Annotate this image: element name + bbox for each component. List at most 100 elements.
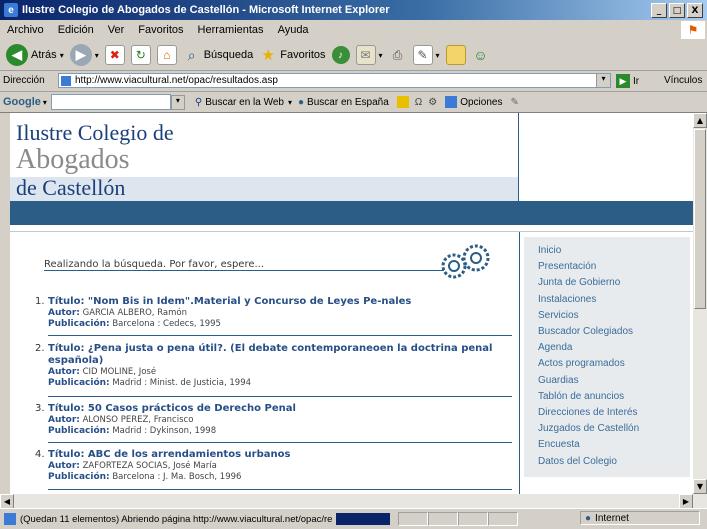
go-arrow-icon: ▶ [616, 74, 630, 88]
close-button[interactable]: X [687, 3, 703, 18]
progress-bar [336, 513, 390, 525]
mail-icon: ✉ [355, 45, 376, 65]
vertical-scrollbar[interactable]: ▲ ▼ [693, 113, 707, 494]
sidebar-item-datos[interactable]: Datos del Colegio [538, 454, 690, 470]
sidebar-item-instalaciones[interactable]: Instalaciones [538, 292, 690, 308]
publication-value: Madrid : Dykinson, 1998 [112, 426, 217, 436]
page-info-icon[interactable] [396, 96, 409, 108]
sidebar-item-junta[interactable]: Junta de Gobierno [538, 275, 690, 291]
messenger-icon: ☺ [473, 47, 488, 63]
result-author: Autor: GARCIA ALBERO, Ramón [48, 308, 508, 319]
edit-button[interactable]: ✎ ▾ [412, 45, 440, 65]
mail-button[interactable]: ✉ ▾ [355, 45, 383, 65]
sidebar-item-direcciones[interactable]: Direcciones de Interés [538, 405, 690, 421]
sidebar-item-encuesta[interactable]: Encuesta [538, 437, 690, 453]
links-label[interactable]: Vínculos [664, 75, 702, 86]
menu-ver[interactable]: Ver [101, 24, 132, 36]
home-button[interactable]: ⌂ [156, 45, 177, 65]
zone-label: Internet [595, 512, 629, 524]
forward-button[interactable]: ▶ ▾ [69, 44, 99, 66]
author-value: ZAFORTEZA SOCIAS, José María [82, 461, 217, 471]
refresh-button[interactable]: ↻ [130, 45, 151, 65]
address-url: http://www.viacultural.net/opac/resultad… [75, 75, 278, 86]
chevron-down-icon[interactable]: ▾ [170, 94, 185, 110]
google-search-input[interactable] [50, 94, 171, 110]
page-loading-icon [4, 513, 16, 525]
menu-favoritos[interactable]: Favoritos [131, 24, 190, 36]
sidebar-item-actos[interactable]: Actos programados [538, 356, 690, 372]
header-logo-area: Ilustre Colegio de Abogados de Castellón [10, 113, 519, 201]
chevron-down-icon: ▾ [94, 50, 99, 60]
go-button[interactable]: ▶ Ir [616, 74, 639, 88]
scrollbar-thumb[interactable] [694, 129, 706, 309]
publication-value: Madrid : Minist. de Justicia, 1994 [112, 378, 252, 388]
chevron-down-icon: ▾ [59, 50, 64, 60]
google-brand[interactable]: Google [3, 96, 41, 108]
result-title-link[interactable]: Título: 50 Casos prácticos de Derecho Pe… [48, 403, 508, 415]
search-spain-button[interactable]: Buscar en España [307, 97, 389, 108]
chevron-down-icon[interactable]: ▾ [596, 74, 610, 87]
sidebar-menu: Inicio Presentación Junta de Gobierno In… [524, 237, 690, 477]
address-input[interactable]: http://www.viacultural.net/opac/resultad… [58, 73, 611, 88]
media-button[interactable]: ♪ [331, 46, 350, 64]
messenger-button[interactable]: ☺ [472, 46, 490, 64]
author-label: Autor: [48, 367, 80, 377]
sidebar-item-agenda[interactable]: Agenda [538, 340, 690, 356]
search-label: Búsqueda [203, 49, 254, 61]
pencil-icon[interactable]: ✎ [510, 97, 518, 108]
chevron-down-icon[interactable]: ▾ [288, 98, 292, 107]
sidebar-item-presentacion[interactable]: Presentación [538, 259, 690, 275]
settings-icon[interactable]: ⚙ [428, 97, 437, 108]
highlight-icon[interactable]: Ω [415, 97, 422, 108]
menu-herramientas[interactable]: Herramientas [191, 24, 271, 36]
menu-archivo[interactable]: Archivo [0, 24, 51, 36]
author-label: Autor: [48, 308, 80, 318]
back-label: Atrás [31, 49, 57, 61]
search-web-button[interactable]: Buscar en la Web [205, 97, 284, 108]
window-left-border [0, 113, 10, 494]
status-bar: (Quedan 11 elementos) Abriendo página ht… [0, 508, 707, 529]
sidebar-item-tablon[interactable]: Tablón de anuncios [538, 389, 690, 405]
page-icon [61, 75, 71, 86]
chevron-down-icon[interactable]: ▾ [43, 98, 47, 107]
print-button[interactable]: ⎙ [389, 46, 407, 64]
scroll-down-icon[interactable]: ▼ [693, 479, 707, 494]
window-title: Ilustre Colegio de Abogados de Castellón… [22, 4, 390, 16]
stop-button[interactable]: ✖ [104, 45, 125, 65]
result-title-link[interactable]: Título: ¿Pena justa o pena útil?. (El de… [48, 343, 508, 367]
menu-ayuda[interactable]: Ayuda [271, 24, 316, 36]
header-blue-band [10, 201, 693, 225]
result-number: 1. [35, 296, 45, 307]
scroll-up-icon[interactable]: ▲ [693, 113, 707, 128]
scroll-right-icon[interactable]: ▶ [679, 494, 693, 509]
folder-button[interactable] [445, 45, 466, 65]
horizontal-scrollbar[interactable]: ◀ ▶ [0, 494, 707, 509]
favorites-button[interactable]: ★ Favoritos [259, 46, 326, 64]
window-title-bar[interactable]: e Ilustre Colegio de Abogados de Castell… [0, 0, 707, 20]
sidebar-item-guardias[interactable]: Guardias [538, 373, 690, 389]
globe-icon: ● [585, 512, 592, 524]
scroll-left-icon[interactable]: ◀ [0, 494, 14, 509]
sidebar-item-inicio[interactable]: Inicio [538, 243, 690, 259]
status-pane [398, 512, 428, 526]
maximize-button[interactable]: □ [669, 3, 685, 18]
author-value: CID MOLINE, José [82, 367, 157, 377]
result-publication: Publicación: Barcelona : J. Ma. Bosch, 1… [48, 472, 508, 483]
result-title-link[interactable]: Título: ABC de los arrendamientos urbano… [48, 449, 508, 461]
publication-value: Barcelona : J. Ma. Bosch, 1996 [112, 472, 242, 482]
minimize-button[interactable]: _ [651, 3, 667, 18]
result-number: 4. [35, 449, 45, 460]
refresh-icon: ↻ [130, 45, 151, 65]
chevron-down-icon: ▾ [435, 50, 440, 60]
options-button[interactable]: Opciones [460, 97, 502, 108]
result-publication: Publicación: Barcelona : Cedecs, 1995 [48, 319, 508, 330]
forward-arrow-icon: ▶ [69, 44, 92, 66]
sidebar-item-servicios[interactable]: Servicios [538, 308, 690, 324]
sidebar-item-buscador[interactable]: Buscador Colegiados [538, 324, 690, 340]
sidebar-item-juzgados[interactable]: Juzgados de Castellón [538, 421, 690, 437]
back-button[interactable]: ◀ Atrás ▾ [6, 44, 64, 66]
search-button[interactable]: ⌕ Búsqueda [183, 46, 254, 64]
publication-label: Publicación: [48, 472, 110, 482]
result-title-link[interactable]: Título: "Nom Bis in Idem".Material y Con… [48, 296, 508, 308]
menu-edicion[interactable]: Edición [51, 24, 101, 36]
